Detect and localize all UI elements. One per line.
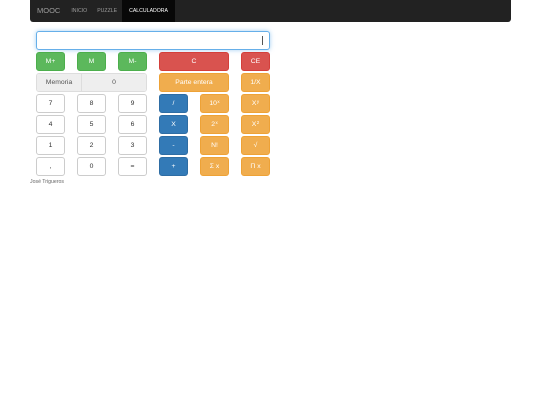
calculator-display[interactable] bbox=[36, 31, 270, 50]
memory-display: Memoria 0 bbox=[36, 73, 147, 92]
nav-link-inicio[interactable]: INICIO bbox=[66, 0, 92, 22]
digit-3-button[interactable]: 3 bbox=[118, 136, 147, 155]
clear-button[interactable]: C bbox=[159, 52, 229, 71]
factorial-button[interactable]: N! bbox=[200, 136, 229, 155]
nav-link-puzzle[interactable]: PUZZLE bbox=[92, 0, 122, 22]
digit-6-button[interactable]: 6 bbox=[118, 115, 147, 134]
text-caret bbox=[262, 36, 263, 45]
multiply-button[interactable]: X bbox=[159, 115, 188, 134]
digit-0-button[interactable]: 0 bbox=[77, 157, 106, 176]
digit-1-button[interactable]: 1 bbox=[36, 136, 65, 155]
x-power-y-exponent: y bbox=[256, 99, 260, 104]
power-of-two-exponent: x bbox=[215, 120, 218, 125]
top-navbar: MOOC INICIO PUZZLE CALCULADORA bbox=[30, 0, 511, 22]
memory-value: 0 bbox=[82, 74, 146, 91]
digit-9-button[interactable]: 9 bbox=[118, 94, 147, 113]
digit-8-button[interactable]: 8 bbox=[77, 94, 106, 113]
square-root-button[interactable]: √ bbox=[241, 136, 270, 155]
reciprocal-button[interactable]: 1/X bbox=[241, 73, 270, 92]
digit-2-button[interactable]: 2 bbox=[77, 136, 106, 155]
memory-label: Memoria bbox=[37, 74, 82, 91]
nav-link-calculadora[interactable]: CALCULADORA bbox=[122, 0, 176, 22]
digit-7-button[interactable]: 7 bbox=[36, 94, 65, 113]
integer-part-button[interactable]: Parte entera bbox=[159, 73, 229, 92]
digit-4-button[interactable]: 4 bbox=[36, 115, 65, 134]
power-of-two-button[interactable]: 2x bbox=[200, 115, 229, 134]
x-power-y-button[interactable]: Xy bbox=[241, 94, 270, 113]
digit-5-button[interactable]: 5 bbox=[77, 115, 106, 134]
power-of-ten-base: 10 bbox=[209, 100, 217, 107]
product-button[interactable]: Π x bbox=[241, 157, 270, 176]
power-of-two-base: 2 bbox=[211, 121, 216, 128]
add-button[interactable]: + bbox=[159, 157, 188, 176]
power-of-ten-button[interactable]: 10 x bbox=[200, 94, 229, 113]
decimal-comma-button[interactable]: , bbox=[36, 157, 65, 176]
memory-subtract-button[interactable]: M- bbox=[118, 52, 147, 71]
subtract-button[interactable]: - bbox=[159, 136, 188, 155]
x-power-y-base: X bbox=[251, 100, 257, 107]
author-credit: José Trigueros bbox=[30, 179, 65, 185]
x-squared-exponent: 2 bbox=[256, 120, 260, 125]
divide-button[interactable]: / bbox=[159, 94, 188, 113]
memory-add-button[interactable]: M+ bbox=[36, 52, 65, 71]
x-squared-base: X bbox=[251, 121, 257, 128]
summation-button[interactable]: Σ x bbox=[200, 157, 229, 176]
power-of-ten-exponent: x bbox=[217, 99, 220, 104]
brand-link[interactable]: MOOC bbox=[30, 0, 66, 22]
x-squared-button[interactable]: X2 bbox=[241, 115, 270, 134]
memory-recall-button[interactable]: M bbox=[77, 52, 106, 71]
equals-button[interactable]: = bbox=[118, 157, 147, 176]
clear-entry-button[interactable]: CE bbox=[241, 52, 270, 71]
